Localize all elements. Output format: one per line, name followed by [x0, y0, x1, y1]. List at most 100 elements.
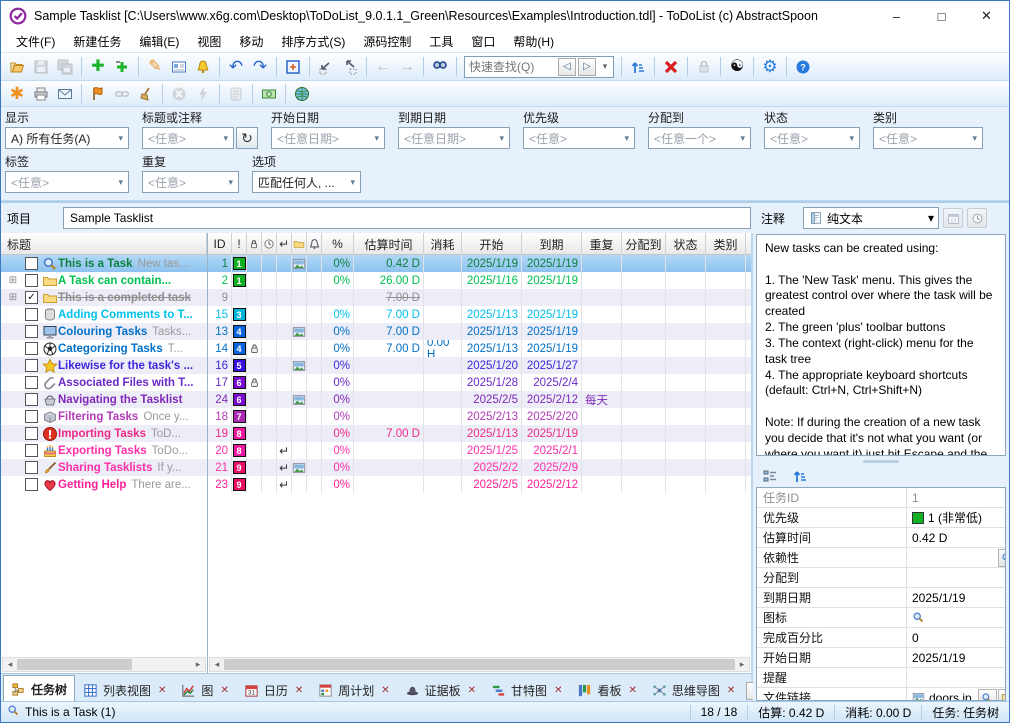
- task-row[interactable]: Importing TasksToD...: [1, 425, 207, 442]
- search-prev-button[interactable]: ◁: [558, 58, 576, 76]
- tab-close-icon[interactable]: ✕: [727, 685, 735, 696]
- minimize-button[interactable]: –: [874, 1, 919, 31]
- task-row-columns[interactable]: 210%26.00 D2025/1/162025/1/19: [208, 272, 751, 289]
- project-input[interactable]: Sample Tasklist: [63, 207, 751, 229]
- send-email-button[interactable]: [53, 83, 77, 105]
- scroll-left-icon[interactable]: ◂: [3, 659, 17, 670]
- task-row[interactable]: Sharing TasklistsIf y...: [1, 459, 207, 476]
- flag-task-button[interactable]: [86, 83, 110, 105]
- filter-combo[interactable]: <任意日期>▾: [271, 127, 385, 149]
- task-row-columns[interactable]: 1650%2025/1/202025/1/27: [208, 357, 751, 374]
- menu-item-1[interactable]: 文件(F): [7, 31, 64, 52]
- scroll-right-icon[interactable]: ▸: [735, 659, 749, 670]
- attribute-value[interactable]: 0.42 D: [907, 531, 1006, 545]
- sort-button[interactable]: [626, 56, 650, 78]
- menu-item-3[interactable]: 编辑(E): [130, 31, 188, 52]
- tab-close-icon[interactable]: ✕: [554, 685, 562, 696]
- tab-列表视图[interactable]: 列表视图✕: [76, 677, 173, 703]
- task-checkbox[interactable]: [25, 410, 38, 423]
- redo-button[interactable]: ↷: [248, 56, 272, 78]
- task-row[interactable]: Categorizing TasksT...: [1, 340, 207, 357]
- column-header-title[interactable]: 标题: [1, 233, 207, 255]
- task-checkbox[interactable]: [25, 478, 38, 491]
- filter-combo[interactable]: <任意一个>▾: [648, 127, 751, 149]
- attribute-value[interactable]: 2025/1/19: [907, 651, 1006, 665]
- tab-close-icon[interactable]: ✕: [468, 685, 476, 696]
- task-row[interactable]: Getting HelpThere are...: [1, 476, 207, 493]
- task-checkbox[interactable]: ✓: [25, 291, 38, 304]
- menu-item-4[interactable]: 视图: [188, 31, 230, 52]
- comments-format-combo[interactable]: 纯文本 ▾: [803, 207, 939, 229]
- tab-任务树[interactable]: 任务树: [3, 675, 75, 703]
- undo-button[interactable]: ↶: [224, 56, 248, 78]
- task-row[interactable]: Likewise for the task's ...: [1, 357, 207, 374]
- new-task-button[interactable]: ✚: [86, 56, 110, 78]
- maximize-comments-button[interactable]: [338, 56, 362, 78]
- scroll-right-icon[interactable]: ▸: [191, 659, 205, 670]
- task-checkbox[interactable]: [25, 376, 38, 389]
- tree-expand-toggle[interactable]: ⊞: [1, 275, 25, 286]
- task-row[interactable]: Filtering TasksOnce y...: [1, 408, 207, 425]
- task-checkbox[interactable]: [25, 342, 38, 355]
- attribute-value[interactable]: 0: [907, 631, 1006, 645]
- close-button[interactable]: ✕: [964, 1, 1009, 31]
- help-button[interactable]: ?: [791, 56, 815, 78]
- task-row[interactable]: Colouring TasksTasks...: [1, 323, 207, 340]
- donate-button[interactable]: [257, 83, 281, 105]
- task-checkbox[interactable]: [25, 257, 38, 270]
- column-header-est-time[interactable]: 估算时间: [354, 233, 424, 255]
- tab-周计划[interactable]: 周计划✕: [311, 677, 396, 703]
- filter-combo[interactable]: <任意>▾: [764, 127, 860, 149]
- attribute-value[interactable]: 1 (非常低): [907, 509, 1006, 526]
- menu-item-9[interactable]: 窗口: [462, 31, 504, 52]
- search-next-button[interactable]: ▷: [578, 58, 596, 76]
- tab-close-icon[interactable]: ✕: [628, 685, 636, 696]
- column-header-assigned-to[interactable]: 分配到: [622, 233, 666, 255]
- task-row[interactable]: ⊞A Task can contain...: [1, 272, 207, 289]
- browse-web-button[interactable]: [290, 83, 314, 105]
- maximize-tasklist-button[interactable]: [314, 56, 338, 78]
- columns-hscrollbar[interactable]: ◂ ▸: [209, 657, 750, 672]
- tab-思维导图[interactable]: 思维导图✕: [645, 677, 742, 703]
- task-row[interactable]: Associated Files with T...: [1, 374, 207, 391]
- new-subtask-button[interactable]: [110, 56, 134, 78]
- task-row-columns[interactable]: 1980%7.00 D2025/1/132025/1/19: [208, 425, 751, 442]
- task-row-columns[interactable]: 208↵0%2025/1/252025/2/1: [208, 442, 751, 459]
- print-button[interactable]: [29, 83, 53, 105]
- edit-task-button[interactable]: ✎: [143, 56, 167, 78]
- tab-看板[interactable]: 看板✕: [570, 677, 643, 703]
- tab-close-icon[interactable]: ✕: [381, 685, 389, 696]
- cleanup-button[interactable]: [134, 83, 158, 105]
- task-checkbox[interactable]: [25, 461, 38, 474]
- filter-combo[interactable]: <任意>▾: [142, 171, 239, 193]
- column-header-file[interactable]: [292, 233, 307, 255]
- tab-图[interactable]: 图✕: [174, 677, 235, 703]
- task-comments[interactable]: New tasks can be created using: 1. The '…: [756, 234, 1006, 456]
- menu-item-8[interactable]: 工具: [420, 31, 462, 52]
- search-dropdown-icon[interactable]: ▾: [597, 57, 613, 77]
- comments-time-button[interactable]: [967, 208, 987, 228]
- comments-date-button[interactable]: [943, 208, 963, 228]
- menu-item-2[interactable]: 新建任务: [64, 31, 130, 52]
- attribute-value[interactable]: 2025/1/19: [907, 591, 1006, 605]
- task-attributes-button[interactable]: [167, 56, 191, 78]
- column-header-start-date[interactable]: 开始: [462, 233, 522, 255]
- refresh-filter-button[interactable]: ↻: [236, 127, 258, 149]
- task-row-columns[interactable]: 1760%2025/1/282025/2/4: [208, 374, 751, 391]
- highlight-button[interactable]: ✱: [5, 83, 29, 105]
- task-row[interactable]: ⊞✓This is a completed task: [1, 289, 207, 306]
- filter-combo[interactable]: <任意日期>▾: [398, 127, 510, 149]
- task-checkbox[interactable]: [25, 427, 38, 440]
- attribute-value[interactable]: doors.jp: [907, 691, 977, 702]
- task-row[interactable]: Adding Comments to T...: [1, 306, 207, 323]
- task-row-columns[interactable]: 1530%7.00 D2025/1/132025/1/19: [208, 306, 751, 323]
- task-checkbox[interactable]: [25, 359, 38, 372]
- search-button[interactable]: [998, 549, 1006, 567]
- column-header-due-date[interactable]: 到期: [522, 233, 582, 255]
- tab-甘特图[interactable]: 甘特图✕: [484, 677, 569, 703]
- filter-combo[interactable]: <任意>▾: [523, 127, 635, 149]
- tree-expand-toggle[interactable]: ⊞: [1, 292, 25, 303]
- filter-combo[interactable]: 匹配任何人, ...▾: [252, 171, 361, 193]
- column-header-recurrence-text[interactable]: 重复: [582, 233, 622, 255]
- filter-combo[interactable]: <任意>▾: [5, 171, 129, 193]
